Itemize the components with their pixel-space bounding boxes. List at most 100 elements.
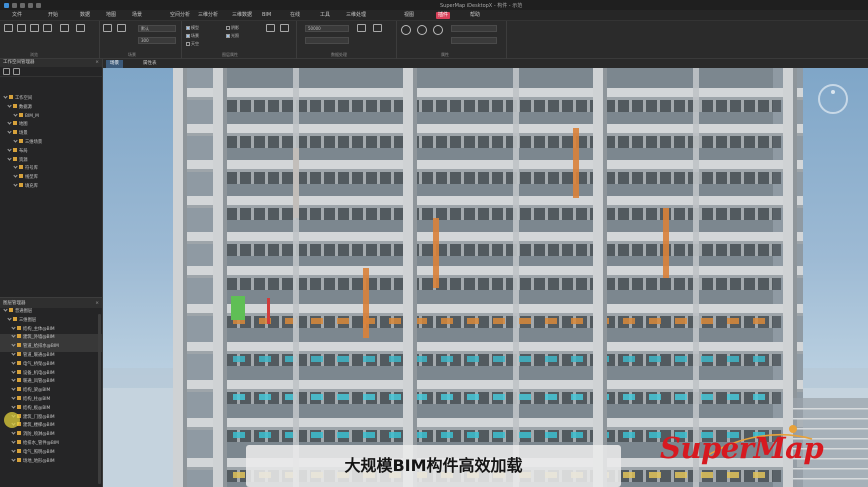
- tree-item[interactable]: 管道_给排水@BIM: [0, 343, 102, 352]
- tree-item[interactable]: 资源: [0, 156, 102, 166]
- expand-icon[interactable]: [11, 343, 16, 347]
- tree-item[interactable]: 管道_暖通@BIM: [0, 351, 102, 361]
- tree-item[interactable]: 设备_机电@BIM: [0, 369, 102, 379]
- expand-icon[interactable]: [7, 121, 12, 126]
- tree-item[interactable]: 结构_柱@BIM: [0, 395, 102, 405]
- scene-height-field[interactable]: 300: [138, 37, 176, 44]
- measure-button[interactable]: [76, 24, 85, 32]
- tree-item[interactable]: 线型库: [0, 174, 102, 183]
- layer-style-button[interactable]: [266, 24, 275, 32]
- tree-item[interactable]: BIM_M: [0, 112, 102, 122]
- expand-icon[interactable]: [7, 130, 12, 134]
- scene-mode-select[interactable]: 默认: [138, 25, 176, 32]
- shadow-checkbox[interactable]: 阴影: [226, 25, 239, 31]
- expand-icon[interactable]: [7, 156, 12, 161]
- expand-icon[interactable]: [13, 174, 18, 178]
- expand-icon[interactable]: [7, 103, 12, 108]
- play-icon[interactable]: [401, 25, 411, 35]
- refresh-icon[interactable]: [3, 68, 10, 75]
- menu-item[interactable]: 场景: [130, 12, 144, 19]
- tree-item[interactable]: 三维图层: [0, 316, 102, 326]
- time-field[interactable]: [451, 37, 497, 44]
- sky-checkbox[interactable]: 天空: [186, 41, 199, 47]
- collapse-icon[interactable]: [13, 68, 20, 75]
- tab-attribute-table[interactable]: 属性表: [139, 60, 161, 68]
- menu-item[interactable]: 三维分析: [196, 12, 220, 19]
- expand-icon[interactable]: [13, 182, 18, 187]
- menu-item[interactable]: 文件: [10, 12, 24, 19]
- tree-item[interactable]: 填充库: [0, 182, 102, 192]
- undo-icon[interactable]: [36, 2, 41, 8]
- expand-icon[interactable]: [11, 395, 16, 400]
- expand-icon[interactable]: [11, 351, 16, 356]
- tab-scene[interactable]: 场景: [106, 60, 123, 68]
- menu-item[interactable]: 三维处理: [344, 12, 368, 19]
- tree-item[interactable]: 三维场景: [0, 138, 102, 148]
- tree-item[interactable]: 布局: [0, 147, 102, 157]
- tree-item[interactable]: 场景: [0, 130, 102, 139]
- expand-icon[interactable]: [13, 138, 18, 143]
- tree-item[interactable]: 电气_桥架@BIM: [0, 360, 102, 370]
- speed-field[interactable]: [451, 25, 497, 32]
- expand-icon[interactable]: [3, 95, 8, 99]
- expand-icon[interactable]: [11, 431, 16, 435]
- lod-field[interactable]: 50000: [305, 25, 349, 32]
- expand-icon[interactable]: [11, 360, 16, 365]
- close-icon[interactable]: ×: [95, 300, 99, 308]
- new-icon[interactable]: [12, 2, 17, 8]
- stop-icon[interactable]: [433, 25, 443, 35]
- expand-icon[interactable]: [11, 369, 16, 374]
- tree-item[interactable]: 给排水_管件@BIM: [0, 439, 102, 449]
- menu-item[interactable]: BIM: [260, 12, 273, 19]
- tree-item[interactable]: 符号库: [0, 165, 102, 174]
- menu-item[interactable]: 视图: [402, 12, 416, 19]
- menu-item[interactable]: 三维数据: [230, 12, 254, 19]
- menu-item[interactable]: 开始: [46, 12, 60, 19]
- tree-item[interactable]: 结构_主体@BIM: [0, 325, 102, 335]
- cache-field[interactable]: [305, 37, 349, 44]
- tree-item[interactable]: 场地_地形@BIM: [0, 457, 102, 467]
- expand-icon[interactable]: [11, 448, 16, 453]
- layer-filter-button[interactable]: [280, 24, 289, 32]
- expand-icon[interactable]: [11, 325, 16, 330]
- close-icon[interactable]: ×: [95, 59, 99, 67]
- expand-icon[interactable]: [3, 308, 8, 312]
- expand-icon[interactable]: [11, 439, 16, 444]
- menu-item[interactable]: 地图: [104, 12, 118, 19]
- expand-icon[interactable]: [11, 378, 16, 382]
- tree-item[interactable]: 消防_喷淋@BIM: [0, 431, 102, 440]
- compass-icon[interactable]: [818, 84, 848, 114]
- menu-item[interactable]: 插件: [436, 12, 451, 19]
- light-button[interactable]: [117, 24, 126, 32]
- tree-item[interactable]: 建筑_外墙@BIM: [0, 334, 102, 344]
- lighting-checkbox[interactable]: 光照: [226, 33, 239, 39]
- export-button[interactable]: [373, 24, 382, 32]
- menu-item[interactable]: 工具: [318, 12, 332, 19]
- expand-icon[interactable]: [7, 316, 12, 321]
- process-button[interactable]: [357, 24, 366, 32]
- fly-button[interactable]: [60, 24, 69, 32]
- tree-item[interactable]: 普通图层: [0, 308, 102, 317]
- tree-item[interactable]: 地图: [0, 121, 102, 130]
- scene-button[interactable]: [103, 24, 112, 32]
- expand-icon[interactable]: [11, 387, 16, 391]
- expand-icon[interactable]: [7, 147, 12, 152]
- save-icon[interactable]: [28, 2, 33, 8]
- select-button[interactable]: [4, 24, 13, 32]
- menu-item[interactable]: 帮助: [468, 12, 482, 19]
- expand-icon[interactable]: [11, 334, 16, 339]
- tree-item[interactable]: 暖通_风管@BIM: [0, 378, 102, 387]
- pause-icon[interactable]: [417, 25, 427, 35]
- expand-icon[interactable]: [11, 404, 16, 409]
- zoom-button[interactable]: [43, 24, 52, 32]
- tree-item[interactable]: 结构_梁@BIM: [0, 387, 102, 396]
- tree-item[interactable]: 数据源: [0, 103, 102, 113]
- rotate-button[interactable]: [30, 24, 39, 32]
- pan-button[interactable]: [17, 24, 26, 32]
- expand-icon[interactable]: [13, 112, 18, 117]
- expand-icon[interactable]: [11, 457, 16, 462]
- menu-item[interactable]: 空间分析: [168, 12, 192, 19]
- layer-scrollbar[interactable]: [98, 314, 101, 484]
- expand-icon[interactable]: [13, 165, 18, 169]
- open-icon[interactable]: [20, 2, 25, 8]
